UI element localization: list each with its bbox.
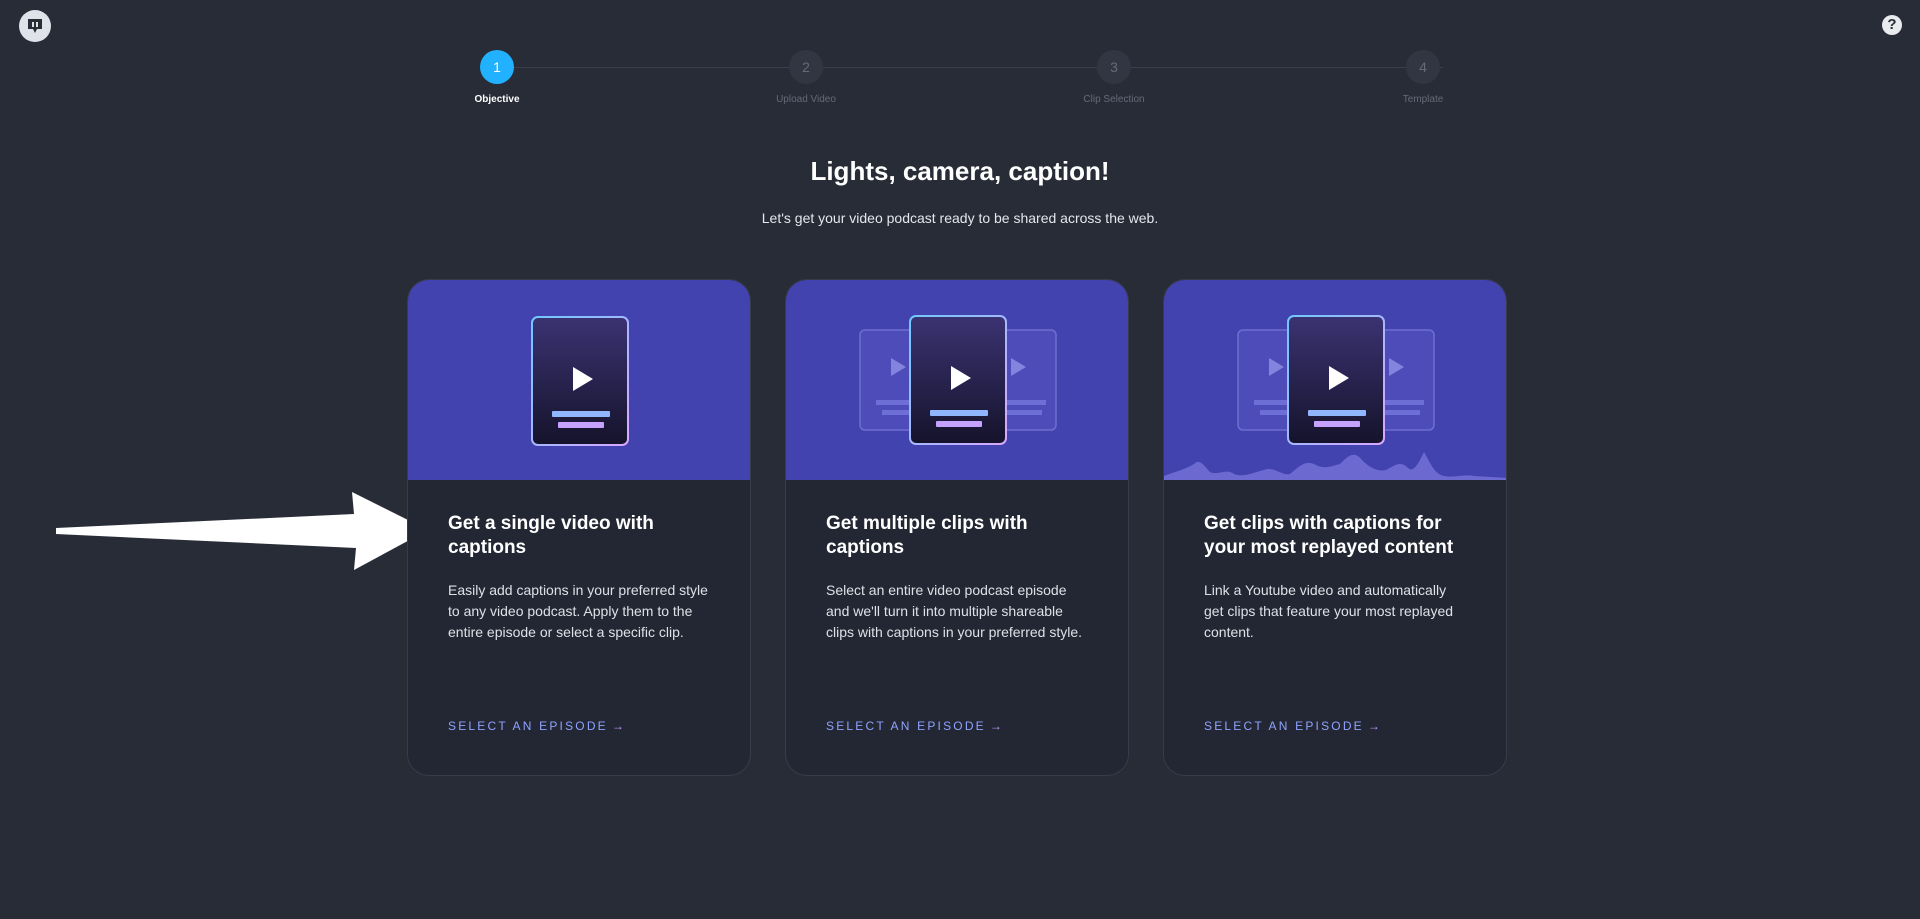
card-heading: Get clips with captions for your most re…: [1204, 513, 1454, 558]
card-heading: Get multiple clips with captions: [826, 513, 1028, 558]
card-heading: Get a single video with captions: [448, 513, 654, 558]
select-episode-link[interactable]: SELECT AN EPISODE →: [448, 719, 626, 733]
card-single-video[interactable]: Get a single video with captions Easily …: [407, 279, 751, 776]
arrow-right-icon: →: [989, 719, 1005, 733]
card-body: Get multiple clips with captions Select …: [786, 480, 1128, 643]
step-number: 3: [1097, 50, 1131, 84]
cta-label: SELECT AN EPISODE: [1204, 719, 1364, 733]
step-number: 1: [480, 50, 514, 84]
card-banner: [408, 280, 750, 480]
arrow-right-icon: →: [611, 719, 627, 733]
card-banner: [1164, 280, 1506, 480]
card-multiple-clips[interactable]: Get multiple clips with captions Select …: [785, 279, 1129, 776]
step-clip-selection: 3 Clip Selection: [1057, 50, 1171, 105]
step-number: 2: [789, 50, 823, 84]
step-objective: 1 Objective: [440, 50, 554, 105]
help-icon[interactable]: ?: [1882, 15, 1902, 35]
step-label: Clip Selection: [1083, 94, 1145, 105]
step-label: Objective: [474, 94, 520, 105]
card-description: Easily add captions in your preferred st…: [448, 582, 708, 640]
step-number: 4: [1406, 50, 1440, 84]
card-description: Link a Youtube video and automatically g…: [1204, 582, 1454, 640]
most-replayed-illustration-icon: [1164, 315, 1506, 480]
select-episode-link[interactable]: SELECT AN EPISODE →: [826, 719, 1004, 733]
card-description: Select an entire video podcast episode a…: [826, 582, 1082, 640]
card-banner: [786, 280, 1128, 480]
cta-label: SELECT AN EPISODE: [448, 719, 608, 733]
page-title: Lights, camera, caption!: [810, 156, 1110, 186]
annotation-arrow-icon: [56, 492, 428, 570]
card-most-replayed[interactable]: Get clips with captions for your most re…: [1163, 279, 1507, 776]
page-subtitle: Let's get your video podcast ready to be…: [761, 210, 1159, 226]
card-body: Get clips with captions for your most re…: [1164, 480, 1506, 643]
logo-glyph-icon: [28, 19, 42, 33]
multiple-clips-illustration-icon: [859, 315, 1057, 445]
select-episode-link[interactable]: SELECT AN EPISODE →: [1204, 719, 1382, 733]
step-label: Upload Video: [776, 94, 836, 105]
cta-label: SELECT AN EPISODE: [826, 719, 986, 733]
progress-stepper: 1 Objective 2 Upload Video 3 Clip Select…: [440, 50, 1500, 110]
single-video-illustration-icon: [531, 316, 629, 446]
objective-options: Get a single video with captions Easily …: [407, 279, 1507, 776]
step-upload-video: 2 Upload Video: [749, 50, 863, 105]
card-body: Get a single video with captions Easily …: [408, 480, 750, 643]
arrow-right-icon: →: [1367, 719, 1383, 733]
app-logo-icon[interactable]: [19, 10, 51, 42]
step-label: Template: [1402, 94, 1444, 105]
stepper-track: [497, 67, 1443, 68]
step-template: 4 Template: [1366, 50, 1480, 105]
